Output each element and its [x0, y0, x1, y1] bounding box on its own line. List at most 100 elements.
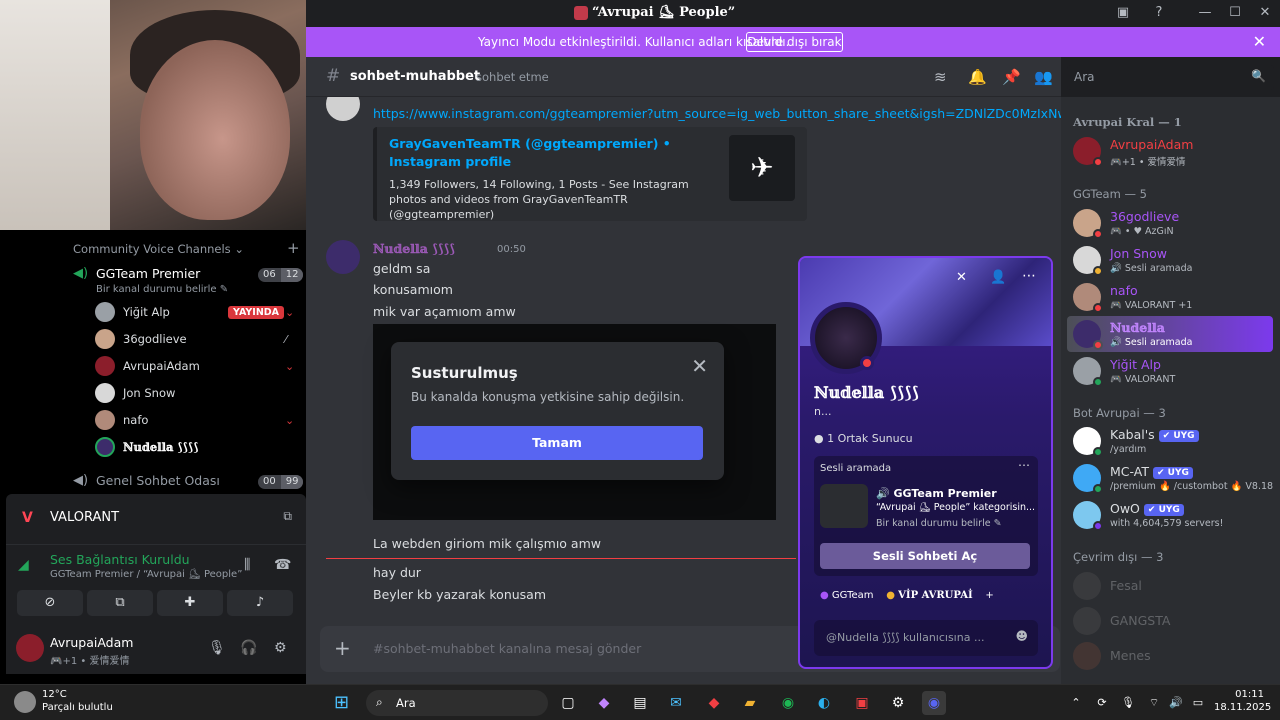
member-list-icon[interactable]: 👥	[1034, 68, 1053, 86]
member-item[interactable]: Jon Snow 🔊 Sesli aramada	[1067, 242, 1273, 278]
camera-off-button[interactable]: ⊘	[17, 590, 83, 616]
channel-status[interactable]: Bir kanal durumu belirle ✎	[96, 284, 228, 295]
microphone-icon[interactable]: 🎙	[208, 640, 226, 656]
member-item[interactable]: Yiğit Alp 🎮 VALORANT	[1067, 353, 1273, 389]
edge-icon[interactable]: ◐	[812, 691, 836, 715]
app-icon[interactable]: ▣	[850, 691, 874, 715]
profile-message-input[interactable]: @Nudella ⟆⟆⟆⟆ kullanıcısına ... ☻	[814, 620, 1038, 656]
threads-icon[interactable]: ≋	[934, 68, 947, 86]
ok-button[interactable]: Tamam	[411, 426, 703, 460]
username[interactable]: AvrupaiAdam	[50, 635, 133, 650]
message-text: geldm sa	[373, 261, 431, 276]
voice-user[interactable]: nafo ⌄	[95, 410, 300, 432]
avatar	[1073, 607, 1101, 635]
volume-icon[interactable]: 🔊	[1164, 691, 1188, 715]
member-item[interactable]: AvrupaiAdam 🎮+1 • 爱情爱情	[1067, 133, 1273, 169]
member-item[interactable]: nafo 🎮 VALORANT +1	[1067, 279, 1273, 315]
member-item[interactable]: OwO ✔ UYG with 4,604,579 servers!	[1067, 497, 1273, 533]
message-link[interactable]: https://www.instagram.com/ggteampremier?…	[373, 106, 1061, 121]
copilot-icon[interactable]: ◆	[592, 691, 616, 715]
message-input[interactable]: #sohbet-muhabbet kanalına mesaj gönder	[373, 641, 641, 656]
system-clock[interactable]: 01:11 18.11.2025	[1214, 688, 1271, 714]
sync-icon[interactable]: ⟳	[1090, 691, 1114, 715]
voice-connection-panel: ◢ Ses Bağlantısı Kuruldu GGTeam Premier …	[6, 544, 306, 624]
task-view-icon[interactable]: ▢	[556, 691, 580, 715]
avatar[interactable]	[326, 97, 360, 121]
add-role-icon[interactable]: +	[985, 590, 993, 601]
inbox-icon[interactable]: ▣	[1112, 4, 1134, 22]
disconnect-icon[interactable]: ☎	[274, 557, 291, 573]
add-channel-icon[interactable]: +	[287, 239, 300, 257]
weather-icon[interactable]	[14, 691, 36, 713]
more-options-icon[interactable]: ⋯	[1018, 458, 1030, 472]
mail-icon[interactable]: ✉	[664, 691, 688, 715]
voice-user[interactable]: Yiğit Alp YAYINDA ⌄	[95, 302, 300, 324]
voice-location[interactable]: GGTeam Premier / “Avrupai ⛸ People”	[50, 569, 242, 580]
spotify-icon[interactable]: ◉	[776, 691, 800, 715]
close-icon[interactable]: ✕	[1253, 32, 1266, 51]
member-group-header: Çevrim dışı — 3	[1073, 550, 1164, 564]
member-item[interactable]: MC-AT ✔ UYG/premium 🔥 /custombot 🔥 V8.18	[1067, 460, 1273, 496]
member-item[interactable]: Kabal's ✔ UYG/yardım	[1067, 423, 1273, 459]
voice-user[interactable]: 36godlieve ⁄	[95, 329, 300, 351]
channel-topic[interactable]: sohbet etme	[476, 70, 549, 84]
member-item-offline[interactable]: Menes	[1067, 638, 1273, 674]
tray-overflow-icon[interactable]: ⌃	[1064, 691, 1088, 715]
windows-start-icon[interactable]: ⊞	[334, 692, 354, 713]
voice-status[interactable]: Ses Bağlantısı Kuruldu	[50, 552, 190, 567]
avatar[interactable]	[16, 634, 44, 662]
member-item-offline[interactable]: Fesal	[1067, 568, 1273, 604]
add-friend-icon[interactable]: 👤	[990, 270, 1006, 285]
minimize-button[interactable]: —	[1194, 4, 1216, 22]
screen-share-button[interactable]: ⧉	[87, 590, 153, 616]
mutual-servers[interactable]: ● 1 Ortak Sunucu	[814, 432, 913, 445]
message-text: konusamıom	[373, 282, 453, 297]
pin-icon[interactable]: 📌	[1002, 68, 1021, 86]
status-dnd-icon	[1093, 157, 1103, 167]
voice-user[interactable]: ℕ𝕦𝕕𝕖𝕝𝕝𝕒 ⟆⟆⟆⟆	[95, 437, 300, 459]
game-activity-panel[interactable]: V VALORANT ⧉	[6, 494, 306, 544]
voice-call-icon[interactable]: ✕	[956, 270, 967, 285]
search-input[interactable]: Ara 🔍	[1067, 65, 1274, 90]
bell-icon[interactable]: 🔔	[968, 68, 987, 86]
embed-thumbnail[interactable]: ✈	[729, 135, 795, 201]
store-icon[interactable]: ▤	[628, 691, 652, 715]
screen-share-icon[interactable]: ⧉	[283, 509, 292, 524]
voice-user[interactable]: Jon Snow	[95, 383, 300, 405]
more-options-icon[interactable]: ⋯	[1022, 268, 1036, 284]
headphones-icon[interactable]: 🎧	[240, 640, 257, 656]
search-icon: 🔍	[1251, 69, 1266, 83]
voice-user[interactable]: AvrupaiAdam ⌄	[95, 356, 300, 378]
wifi-icon[interactable]: ⌔	[1142, 691, 1166, 715]
weather-widget[interactable]: 12°C Parçalı bulutlu	[42, 688, 113, 714]
avatar[interactable]	[326, 240, 360, 274]
maximize-button[interactable]: ☐	[1224, 4, 1246, 22]
file-explorer-icon[interactable]: ▰	[738, 691, 762, 715]
help-icon[interactable]: ?	[1148, 4, 1170, 22]
soundboard-button[interactable]: ♪	[227, 590, 293, 616]
emoji-icon[interactable]: ☻	[1015, 629, 1028, 643]
taskbar-search[interactable]: ⌕ Ara	[366, 690, 548, 716]
signal-icon[interactable]: ◢	[18, 557, 40, 579]
microphone-icon[interactable]: 🎙	[1116, 691, 1140, 715]
close-icon[interactable]: ✕	[691, 354, 708, 378]
join-voice-button[interactable]: Sesli Sohbeti Aç	[820, 543, 1030, 569]
noise-suppression-icon[interactable]: ⫼	[244, 557, 250, 573]
channel-title: sohbet-muhabbet	[350, 69, 481, 84]
hash-icon: #	[326, 66, 341, 86]
discord-icon[interactable]: ◉	[922, 691, 946, 715]
battery-icon[interactable]: ▭	[1186, 691, 1210, 715]
embed-title[interactable]: GrayGavenTeamTR (@ggteampremier) • Insta…	[389, 135, 699, 171]
disable-streamer-mode-button[interactable]: Devre dışı bırak	[746, 32, 843, 52]
member-item-offline[interactable]: GANGSTA	[1067, 603, 1273, 639]
steam-icon[interactable]: ⚙	[886, 691, 910, 715]
category-header[interactable]: Community Voice Channels ⌄ +	[73, 239, 300, 257]
close-window-button[interactable]: ✕	[1254, 4, 1276, 22]
activities-button[interactable]: ✚	[157, 590, 223, 616]
member-item-selected[interactable]: ℕ𝕦𝕕𝕖𝕝𝕝𝕒 🔊 Sesli aramada	[1067, 316, 1273, 352]
message-author[interactable]: ℕ𝕦𝕕𝕖𝕝𝕝𝕒 ⟆⟆⟆⟆	[373, 241, 455, 256]
member-item[interactable]: 36godlieve 🎮 • ♥ AzGıN	[1067, 205, 1273, 241]
settings-gear-icon[interactable]: ⚙	[274, 640, 287, 656]
anydesk-icon[interactable]: ◆	[702, 691, 726, 715]
attach-plus-icon[interactable]: +	[334, 636, 351, 660]
